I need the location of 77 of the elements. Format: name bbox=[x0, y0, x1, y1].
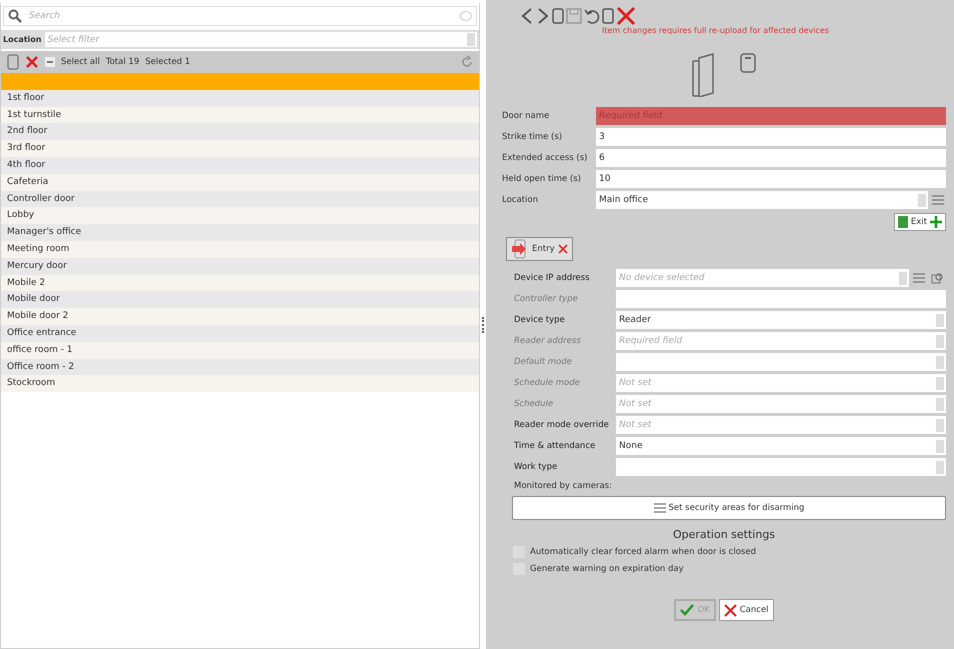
list-icon[interactable] bbox=[913, 272, 925, 284]
field-label: Door name bbox=[502, 111, 550, 121]
warning-message: Item changes requires full re-upload for affected devices bbox=[602, 26, 830, 35]
list-item[interactable]: 2nd floor bbox=[1, 123, 479, 140]
list-item[interactable]: Controller door bbox=[1, 190, 479, 208]
location-dropdown[interactable]: Main office bbox=[596, 191, 928, 209]
field-label: Controller type bbox=[514, 294, 579, 304]
list-item[interactable]: Meeting room bbox=[1, 240, 479, 258]
list-item[interactable]: Mercury door bbox=[1, 258, 479, 275]
list-item[interactable]: Manager's office bbox=[1, 224, 479, 241]
check-icon bbox=[680, 604, 694, 616]
field-label: Default mode bbox=[514, 357, 573, 367]
list-item[interactable]: Mobile door bbox=[1, 291, 479, 308]
field-label: Work type bbox=[514, 462, 558, 472]
field-label: Reader address bbox=[514, 336, 582, 346]
field-label: Schedule mode bbox=[514, 378, 581, 388]
field-label: Device type bbox=[514, 315, 566, 325]
monitored-cameras-label: Monitored by cameras: bbox=[514, 481, 613, 491]
list-item[interactable]: 1st turnstile bbox=[1, 106, 479, 124]
text-field[interactable]: 3 bbox=[596, 128, 946, 146]
checkbox-label: Generate warning on expiration day bbox=[530, 564, 684, 574]
add-exit-button[interactable]: Exit bbox=[894, 213, 946, 231]
dropdown-field[interactable]: None bbox=[616, 437, 946, 455]
undo-icon[interactable] bbox=[584, 7, 600, 25]
list-item[interactable]: 1st floor bbox=[1, 90, 479, 107]
delete-icon[interactable] bbox=[25, 55, 39, 69]
minus-icon[interactable] bbox=[45, 57, 55, 67]
list-item[interactable]: Office room - 2 bbox=[1, 358, 479, 376]
list-icon bbox=[654, 502, 666, 514]
list-item[interactable]: office room - 1 bbox=[1, 342, 479, 359]
dropdown-field[interactable]: Reader bbox=[616, 311, 946, 329]
field-label: Held open time (s) bbox=[502, 174, 582, 184]
entry-tab[interactable]: Entry bbox=[506, 237, 573, 261]
checkbox-label: Automatically clear forced alarm when door is closed bbox=[530, 547, 756, 557]
text-field[interactable]: 10 bbox=[596, 170, 946, 188]
search-icon bbox=[8, 9, 22, 23]
field-label: Time & attendance bbox=[514, 441, 596, 451]
list-icon[interactable] bbox=[932, 194, 944, 206]
dropdown-field[interactable] bbox=[616, 458, 946, 476]
list-item[interactable]: Mobile 2 bbox=[1, 274, 479, 292]
remove-icon bbox=[558, 244, 568, 254]
field-label: Extended access (s) bbox=[502, 153, 588, 163]
list-item[interactable]: Mobile door 2 bbox=[1, 308, 479, 325]
new-item-icon[interactable] bbox=[7, 54, 19, 70]
list-item[interactable]: Cafeteria bbox=[1, 174, 479, 191]
text-field[interactable] bbox=[616, 290, 946, 308]
security-areas-button[interactable]: Set security areas for disarming bbox=[512, 496, 946, 520]
entry-door-icon bbox=[511, 239, 529, 259]
field-label: Device IP address bbox=[514, 273, 590, 283]
clear-icon[interactable] bbox=[460, 11, 472, 21]
refresh-icon[interactable] bbox=[461, 55, 473, 69]
section-title: Operation settings bbox=[672, 528, 776, 541]
filter-label: Location bbox=[3, 35, 42, 44]
forward-icon[interactable] bbox=[536, 6, 550, 26]
cancel-button[interactable]: Cancel bbox=[718, 599, 774, 621]
field-label: Schedule bbox=[514, 399, 554, 409]
total-count: Total 19 bbox=[106, 57, 140, 67]
field-label: Location bbox=[502, 195, 539, 205]
search-device-icon[interactable] bbox=[931, 272, 944, 284]
list-item[interactable]: Lobby bbox=[1, 207, 479, 224]
list-item[interactable]: 3rd floor bbox=[1, 140, 479, 157]
text-field[interactable]: 6 bbox=[596, 149, 946, 167]
plus-icon bbox=[930, 216, 942, 228]
selected-count: Selected 1 bbox=[145, 57, 190, 67]
field-label: Strike time (s) bbox=[502, 132, 564, 142]
back-icon[interactable] bbox=[520, 6, 534, 26]
new-icon[interactable] bbox=[552, 7, 564, 25]
list-item[interactable]: Stockroom bbox=[1, 375, 479, 392]
list-item[interactable]: Office entrance bbox=[1, 324, 479, 342]
door-icon bbox=[691, 53, 757, 97]
field-label: Reader mode override bbox=[514, 420, 610, 430]
copy-icon[interactable] bbox=[602, 7, 614, 25]
close-icon bbox=[724, 604, 737, 616]
select-all-link[interactable]: Select all bbox=[61, 57, 100, 67]
close-icon[interactable] bbox=[616, 6, 636, 26]
dropdown-field[interactable] bbox=[616, 353, 946, 371]
list-item[interactable]: 4th floor bbox=[1, 156, 479, 174]
